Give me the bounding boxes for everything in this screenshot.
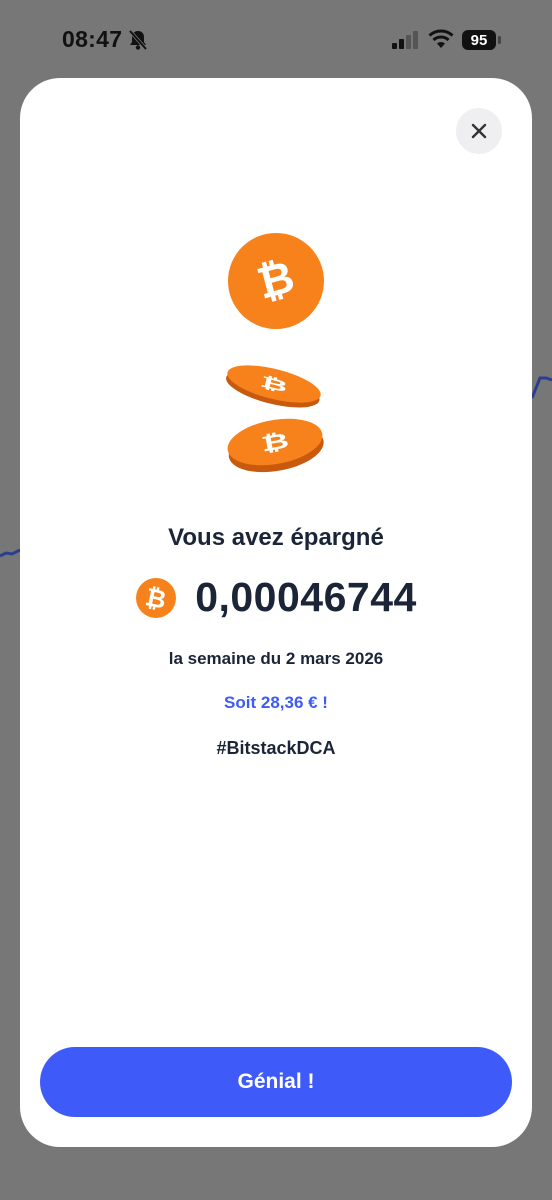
status-bar: 08:47 95 [0, 0, 552, 80]
amount-row: ₿ 0,00046744 [20, 574, 532, 621]
bell-slash-icon [128, 29, 148, 51]
status-time: 08:47 [62, 26, 123, 52]
close-icon [471, 123, 487, 139]
genial-button[interactable]: Génial ! [40, 1047, 512, 1117]
btc-amount: 0,00046744 [195, 574, 417, 620]
savings-period: la semaine du 2 mars 2026 [168, 649, 384, 668]
close-button[interactable] [456, 108, 502, 154]
battery-level: 95 [470, 31, 488, 49]
savings-modal: ₿ ₿ ₿ Vous avez épargné ₿ 0,00046744 la … [20, 78, 532, 1147]
bitcoin-coins-illustration: ₿ ₿ ₿ [226, 233, 324, 473]
savings-headline: Vous avez épargné [168, 524, 384, 551]
wifi-icon [428, 29, 454, 48]
svg-text:₿: ₿ [259, 428, 291, 457]
cellular-signal-icon [392, 31, 418, 49]
hashtag: #BitstackDCA [216, 738, 336, 758]
battery-tip [498, 36, 501, 44]
battery-icon: 95 [462, 30, 496, 50]
bitcoin-icon: ₿ [136, 577, 177, 618]
euro-equivalent: Soit 28,36 € ! [224, 693, 328, 712]
